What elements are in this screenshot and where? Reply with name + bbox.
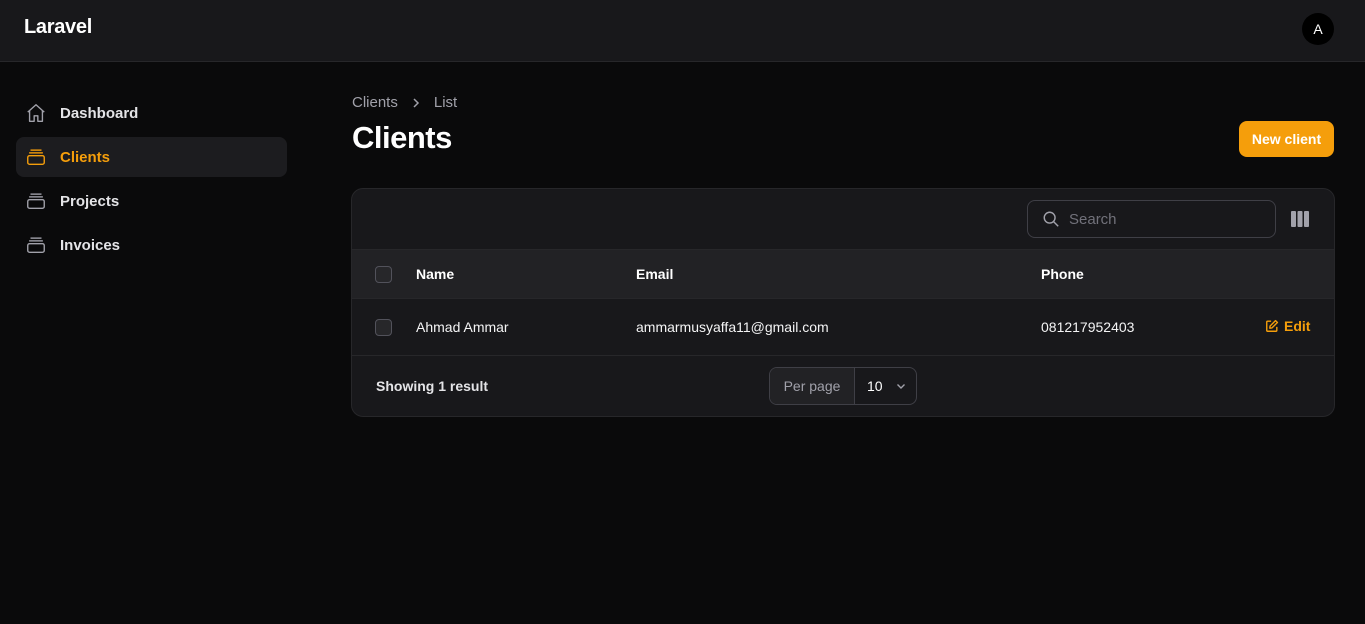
breadcrumb-clients[interactable]: Clients (352, 94, 398, 111)
column-header-name[interactable]: Name (416, 266, 454, 282)
table-row[interactable]: Ahmad Ammar ammarmusyaffa11@gmail.com 08… (352, 299, 1334, 356)
results-count: Showing 1 result (376, 378, 489, 394)
chevron-down-icon (896, 384, 905, 389)
chevron-right-icon (410, 97, 422, 109)
stack-icon (24, 189, 48, 213)
sidebar-item-clients[interactable]: Clients (16, 137, 287, 177)
sidebar-item-invoices[interactable]: Invoices (16, 225, 287, 265)
cell-name: Ahmad Ammar (416, 319, 509, 335)
new-client-button[interactable]: New client (1239, 121, 1334, 157)
edit-row-button[interactable]: Edit (1265, 318, 1310, 334)
stack-icon (24, 145, 48, 169)
per-page-value: 10 (867, 378, 883, 394)
column-header-email[interactable]: Email (636, 266, 673, 282)
sidebar-item-dashboard[interactable]: Dashboard (16, 93, 287, 133)
per-page-select[interactable]: Per page 10 (769, 367, 917, 405)
edit-icon (1266, 319, 1279, 332)
select-all-checkbox[interactable] (375, 266, 392, 283)
column-header-phone[interactable]: Phone (1041, 266, 1084, 282)
user-avatar[interactable]: A (1302, 13, 1334, 45)
row-checkbox[interactable] (375, 319, 392, 336)
search-box[interactable] (1027, 200, 1276, 238)
search-input[interactable] (1069, 210, 1259, 228)
table-header: Name Email Phone (352, 250, 1334, 299)
brand-logo[interactable]: Laravel (24, 16, 92, 39)
table-toolbar (352, 189, 1334, 250)
cell-email: ammarmusyaffa11@gmail.com (636, 319, 829, 335)
clients-table-card: Name Email Phone Ahmad Ammar ammarmusyaf… (351, 188, 1335, 417)
sidebar-item-label: Dashboard (60, 104, 139, 122)
breadcrumb: Clients List (352, 94, 457, 111)
sidebar-item-label: Projects (60, 192, 120, 210)
columns-icon[interactable] (1291, 210, 1309, 228)
edit-label: Edit (1284, 318, 1311, 334)
search-icon (1043, 211, 1059, 227)
sidebar-item-label: Invoices (60, 236, 121, 254)
table-footer: Showing 1 result Per page 10 (352, 356, 1334, 416)
stack-icon (24, 233, 48, 257)
per-page-label: Per page (770, 368, 855, 404)
sidebar-item-label: Clients (60, 148, 111, 166)
sidebar: Dashboard Clients Projects Invoices (16, 93, 287, 269)
breadcrumb-list: List (433, 94, 458, 111)
per-page-dropdown[interactable]: 10 (855, 368, 916, 404)
top-bar: Laravel A (0, 0, 1365, 62)
sidebar-item-projects[interactable]: Projects (16, 181, 287, 221)
home-icon (24, 101, 48, 125)
page-title: Clients (352, 120, 452, 155)
cell-phone: 081217952403 (1041, 319, 1135, 335)
